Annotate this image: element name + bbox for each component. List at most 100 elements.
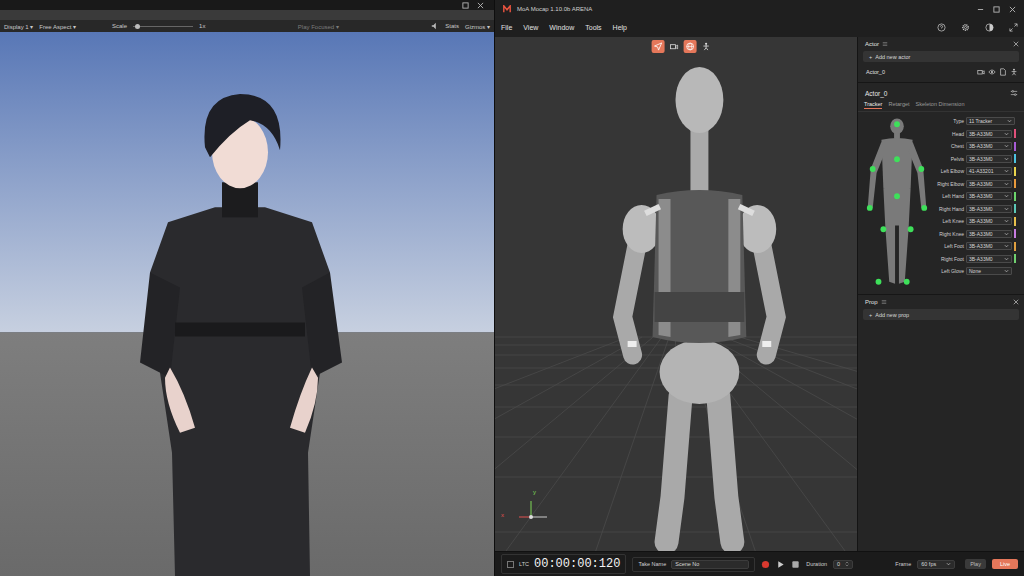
tracker-dot: [904, 279, 910, 285]
viewport-tool-button[interactable]: [668, 40, 681, 53]
tracker-device: 3B-A33M0: [969, 206, 993, 212]
viewport-tool-button[interactable]: [652, 40, 665, 53]
contrast-icon[interactable]: [985, 23, 994, 32]
tab[interactable]: Skeleton Dimension: [916, 101, 965, 109]
actor-tabs: Tracker Retarget Skeleton Dimension: [858, 99, 1024, 112]
menu-item[interactable]: Help: [613, 24, 627, 31]
display-dropdown[interactable]: Display 1 ▾: [4, 23, 33, 30]
maximize-icon[interactable]: [993, 6, 1000, 13]
prop-panel-header: Prop: [858, 294, 1024, 307]
menu-item[interactable]: Window: [549, 24, 574, 31]
timeline-bar: LTC 00:00:00:120 Take Name Scene No Dura…: [495, 551, 1024, 576]
record-icon[interactable]: [761, 560, 770, 569]
panel-menu-icon[interactable]: [882, 41, 888, 47]
tracker-dropdown[interactable]: 41-A33201: [966, 167, 1012, 175]
tracker-row: Right Foot 3B-A33M0: [934, 254, 1020, 265]
panel-menu-icon[interactable]: [881, 299, 887, 305]
prop-panel-title: Prop: [865, 299, 878, 305]
duration-input[interactable]: 0: [833, 560, 853, 569]
help-icon[interactable]: [937, 23, 946, 32]
tracker-dropdown[interactable]: 3B-A33M0: [966, 205, 1012, 213]
tracker-row: Right Elbow 3B-A33M0: [934, 179, 1020, 190]
chevron-icon: [1007, 119, 1012, 123]
chevron-icon: [1004, 207, 1009, 211]
minimize-icon[interactable]: [977, 6, 984, 13]
separator: [858, 82, 1024, 83]
expand-icon[interactable]: [1009, 23, 1018, 32]
close-icon[interactable]: [1013, 41, 1019, 47]
tracker-list: Type 11 Tracker Head 3B-A33M0 Chest 3B-A…: [934, 116, 1020, 290]
type-dropdown[interactable]: 11 Tracker: [966, 117, 1015, 125]
menu-item[interactable]: View: [523, 24, 538, 31]
add-prop-button[interactable]: + Add new prop: [863, 309, 1019, 320]
tracker-dropdown[interactable]: 3B-A33M0: [966, 230, 1012, 238]
tab[interactable]: Tracker: [864, 101, 882, 109]
window-controls: [0, 0, 494, 10]
tracker-dropdown[interactable]: 3B-A33M0: [966, 180, 1012, 188]
tracker-color-bar: [1014, 229, 1016, 238]
tracker-color-bar: [1014, 129, 1016, 138]
sphere-icon: [686, 42, 695, 51]
gizmos-dropdown[interactable]: Gizmos ▾: [465, 23, 490, 30]
close-icon[interactable]: [1009, 6, 1016, 13]
game-view: [0, 32, 494, 576]
file-icon[interactable]: [999, 68, 1007, 76]
tracker-dropdown[interactable]: 3B-A33M0: [966, 217, 1012, 225]
take-name-input[interactable]: Scene No: [671, 560, 749, 569]
tracker-dropdown[interactable]: 3B-A33M0: [966, 130, 1012, 138]
person-icon[interactable]: [1010, 68, 1018, 76]
actor-row[interactable]: Actor_0: [858, 64, 1024, 80]
chevron-icon: [1004, 257, 1009, 261]
aspect-dropdown[interactable]: Free Aspect ▾: [39, 23, 76, 30]
tracker-row: Head 3B-A33M0: [934, 129, 1020, 140]
stop-icon[interactable]: [791, 560, 800, 569]
viewport-tool-button[interactable]: [700, 40, 713, 53]
live-mode-button[interactable]: Live: [992, 559, 1018, 569]
tracker-section: Type 11 Tracker Head 3B-A33M0 Chest 3B-A…: [858, 112, 1024, 290]
viewport-tool-button[interactable]: [684, 40, 697, 53]
tracker-color-bar: [1014, 204, 1016, 213]
menu-item[interactable]: Tools: [585, 24, 601, 31]
tracker-dropdown[interactable]: 3B-A33M0: [966, 255, 1012, 263]
side-panel: Actor + Add new actor Actor_0 Actor_0 Tr…: [857, 37, 1024, 551]
tracker-dropdown[interactable]: 3B-A33M0: [966, 155, 1012, 163]
tracker-dropdown[interactable]: 3B-A33M0: [966, 192, 1012, 200]
play-mode-dropdown[interactable]: Play Focused ▾: [298, 23, 339, 30]
skeleton-icon: [702, 42, 711, 51]
tracker-label: Head: [934, 131, 964, 137]
settings-sliders-icon[interactable]: [1010, 89, 1018, 97]
add-icon: +: [869, 312, 872, 318]
tracker-color-bar: [1014, 254, 1016, 263]
menu-item[interactable]: File: [501, 24, 512, 31]
ltc-checkbox[interactable]: [507, 561, 514, 568]
axis-gizmo: x y: [501, 491, 547, 527]
tracker-dropdown[interactable]: None: [966, 267, 1012, 275]
scale-knob[interactable]: [135, 24, 140, 29]
gear-icon[interactable]: [961, 23, 970, 32]
camera-icon[interactable]: [977, 68, 985, 76]
tracker-device: 3B-A33M0: [969, 218, 993, 224]
eye-icon[interactable]: [988, 68, 996, 76]
add-actor-button[interactable]: + Add new actor: [863, 51, 1019, 62]
scale-slider[interactable]: [133, 22, 193, 30]
frame-rate-dropdown[interactable]: 60 fps: [917, 560, 955, 569]
chevron-icon: [1004, 132, 1009, 136]
play-mode-button[interactable]: Play: [965, 559, 986, 569]
camera-icon: [670, 42, 679, 51]
tracker-label: Left Foot: [934, 243, 964, 249]
mute-icon[interactable]: [431, 22, 439, 30]
tab[interactable]: Retarget: [888, 101, 909, 109]
tracker-dropdown[interactable]: 3B-A33M0: [966, 142, 1012, 150]
stats-button[interactable]: Stats: [445, 23, 459, 29]
game-window: Display 1 ▾ Free Aspect ▾ Scale 1x Play …: [0, 0, 494, 576]
3d-viewport[interactable]: x y: [495, 37, 857, 551]
close-icon[interactable]: [477, 2, 484, 9]
tracker-row: Left Glove None: [934, 266, 1020, 277]
tracker-dropdown[interactable]: 3B-A33M0: [966, 242, 1012, 250]
main-area: x y Actor + Add new actor Actor_0 Actor_…: [495, 37, 1024, 551]
play-icon[interactable]: [776, 560, 785, 569]
close-icon[interactable]: [1013, 299, 1019, 305]
timecode: 00:00:00:120: [534, 557, 620, 571]
maximize-icon[interactable]: [462, 2, 469, 9]
tracker-row: Left Foot 3B-A33M0: [934, 241, 1020, 252]
